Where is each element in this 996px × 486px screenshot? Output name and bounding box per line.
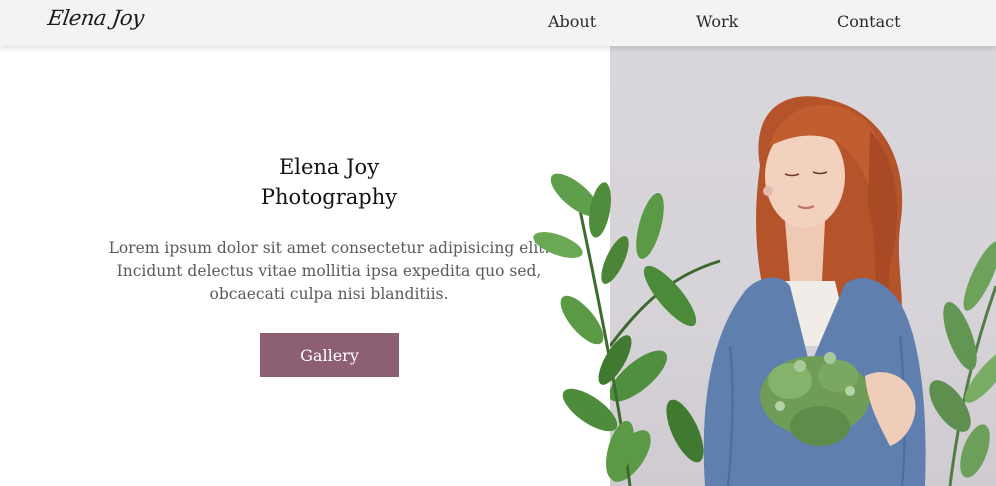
site-logo[interactable]: Elena Joy: [46, 6, 145, 30]
hero-description: Lorem ipsum dolor sit amet consectetur a…: [108, 239, 550, 303]
hero-photo: [610, 46, 996, 486]
nav-link-contact[interactable]: Contact: [837, 12, 901, 31]
foliage-right: [929, 241, 996, 486]
gallery-button[interactable]: Gallery: [260, 333, 399, 377]
portrait-illustration: [610, 96, 996, 486]
nav-link-about[interactable]: About: [548, 12, 596, 31]
navbar: Elena Joy About Work Contact: [0, 0, 996, 46]
plant-leaves-icon: [533, 173, 634, 486]
nav-link-work[interactable]: Work: [696, 12, 738, 31]
page: Elena Joy About Work Contact Elena Joy P…: [0, 0, 996, 486]
